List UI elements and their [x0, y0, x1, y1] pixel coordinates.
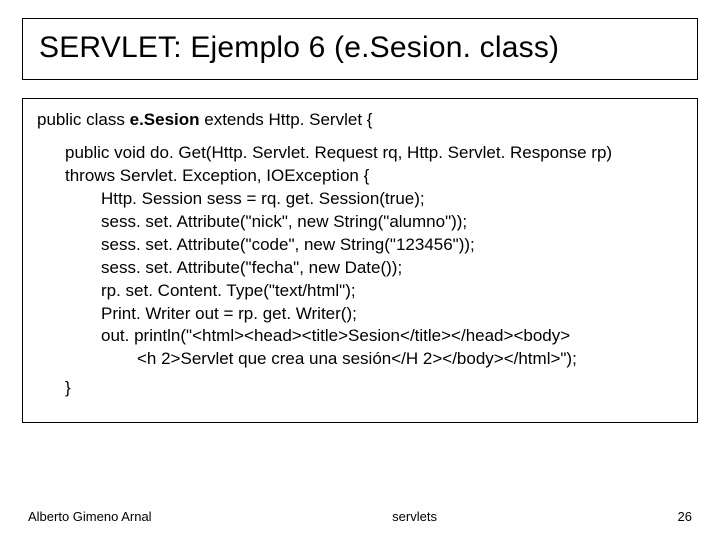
class-declaration: public class e.Sesion extends Http. Serv… — [37, 109, 683, 132]
slide-title-box: SERVLET: Ejemplo 6 (e.Sesion. class) — [22, 18, 698, 80]
method-signature-line1: public void do. Get(Http. Servlet. Reque… — [65, 142, 683, 165]
code-line: sess. set. Attribute("code", new String(… — [101, 234, 683, 257]
code-line: Http. Session sess = rq. get. Session(tr… — [101, 188, 683, 211]
code-line: sess. set. Attribute("fecha", new Date()… — [101, 257, 683, 280]
decl-classname: e.Sesion — [130, 110, 205, 129]
decl-suffix: extends Http. Servlet { — [204, 110, 372, 129]
code-box: public class e.Sesion extends Http. Serv… — [22, 98, 698, 423]
code-line: <h 2>Servlet que crea una sesión</H 2></… — [101, 348, 683, 371]
footer-author: Alberto Gimeno Arnal — [28, 509, 152, 524]
code-line: sess. set. Attribute("nick", new String(… — [101, 211, 683, 234]
slide-footer: Alberto Gimeno Arnal servlets 26 — [0, 509, 720, 524]
code-line: Print. Writer out = rp. get. Writer(); — [101, 303, 683, 326]
method-body: Http. Session sess = rq. get. Session(tr… — [65, 188, 683, 372]
footer-center: servlets — [152, 509, 678, 524]
footer-page-number: 26 — [678, 509, 692, 524]
method-signature-line2: throws Servlet. Exception, IOException { — [65, 165, 683, 188]
decl-prefix: public class — [37, 110, 130, 129]
method-block: public void do. Get(Http. Servlet. Reque… — [37, 142, 683, 371]
method-close-brace: } — [37, 377, 683, 400]
code-line: out. println("<html><head><title>Sesion<… — [101, 325, 683, 348]
code-line: rp. set. Content. Type("text/html"); — [101, 280, 683, 303]
slide-title: SERVLET: Ejemplo 6 (e.Sesion. class) — [39, 31, 681, 65]
